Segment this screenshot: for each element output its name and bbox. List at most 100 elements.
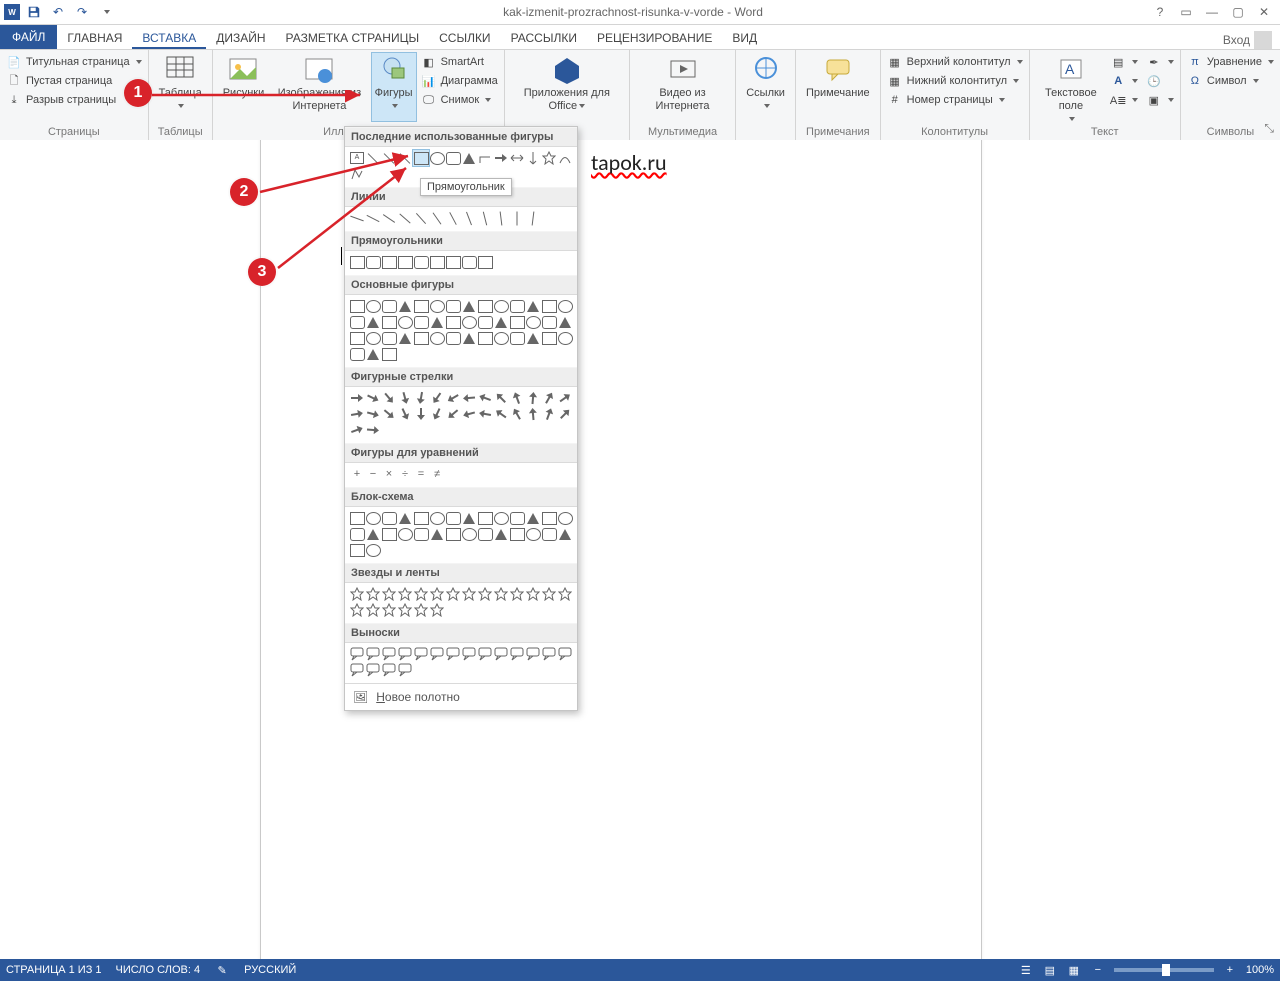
shape-star[interactable] [541, 150, 557, 166]
object-button[interactable]: ▣ [1146, 92, 1174, 108]
tab-insert[interactable]: ВСТАВКА [132, 28, 206, 49]
shape-item[interactable] [429, 510, 445, 526]
shape-item[interactable] [445, 314, 461, 330]
shape-item[interactable]: ÷ [397, 466, 413, 482]
help-icon[interactable]: ? [1150, 2, 1170, 22]
shape-item[interactable]: × [381, 466, 397, 482]
shape-item[interactable] [397, 586, 413, 602]
shape-item[interactable] [413, 526, 429, 542]
text-box-button[interactable]: A Текстовое поле [1036, 52, 1107, 122]
shape-item[interactable] [509, 526, 525, 542]
shape-item[interactable] [525, 298, 541, 314]
shape-item[interactable] [349, 542, 365, 558]
shape-item[interactable] [365, 662, 381, 678]
shape-item[interactable] [541, 330, 557, 346]
shape-item[interactable] [349, 346, 365, 362]
shape-item[interactable] [397, 406, 413, 422]
ribbon-display-options-icon[interactable]: ▭ [1176, 2, 1196, 22]
shape-triangle[interactable] [461, 150, 477, 166]
shape-item[interactable] [445, 210, 461, 226]
shape-item[interactable] [525, 526, 541, 542]
shape-rectangle[interactable] [413, 150, 429, 166]
shape-elbow[interactable] [477, 150, 493, 166]
table-button[interactable]: Таблица [155, 52, 206, 122]
sign-in[interactable]: Вход [1223, 31, 1280, 49]
shape-item[interactable] [397, 510, 413, 526]
shape-item[interactable] [461, 330, 477, 346]
shape-item[interactable] [365, 510, 381, 526]
shape-item[interactable] [461, 526, 477, 542]
footer-button[interactable]: ▦Нижний колонтитул [887, 73, 1023, 89]
tab-file[interactable]: ФАЙЛ [0, 25, 57, 49]
shape-item[interactable] [493, 586, 509, 602]
status-words[interactable]: ЧИСЛО СЛОВ: 4 [116, 964, 201, 976]
shape-item[interactable] [557, 510, 573, 526]
shape-item[interactable] [477, 510, 493, 526]
shape-item[interactable] [349, 422, 365, 438]
shape-item[interactable]: ≠ [429, 466, 445, 482]
shape-item[interactable] [397, 254, 413, 270]
status-language[interactable]: РУССКИЙ [244, 964, 296, 976]
shape-item[interactable] [493, 526, 509, 542]
shape-item[interactable] [413, 298, 429, 314]
shape-item[interactable] [445, 406, 461, 422]
shape-item[interactable] [541, 390, 557, 406]
office-apps-button[interactable]: Приложения для Office [511, 52, 623, 122]
read-mode-icon[interactable]: ☰ [1018, 962, 1034, 978]
tab-mailings[interactable]: РАССЫЛКИ [501, 28, 587, 49]
shape-item[interactable] [381, 586, 397, 602]
shapes-button[interactable]: Фигуры [371, 52, 417, 122]
shape-item[interactable] [477, 254, 493, 270]
shape-item[interactable] [349, 298, 365, 314]
drop-cap-button[interactable]: A≣ [1110, 92, 1142, 108]
shape-item[interactable] [365, 210, 381, 226]
header-button[interactable]: ▦Верхний колонтитул [887, 54, 1023, 70]
shape-item[interactable] [381, 510, 397, 526]
shape-item[interactable] [557, 406, 573, 422]
print-layout-icon[interactable]: ▤ [1042, 962, 1058, 978]
redo-icon[interactable]: ↷ [72, 2, 92, 22]
shape-item[interactable] [525, 510, 541, 526]
shape-item[interactable] [429, 602, 445, 618]
zoom-slider[interactable] [1114, 968, 1214, 972]
shape-item[interactable] [381, 346, 397, 362]
shape-line-arrow[interactable] [381, 150, 397, 166]
shape-item[interactable] [365, 542, 381, 558]
shape-item[interactable] [397, 662, 413, 678]
collapse-ribbon-icon[interactable]: ⤡ [1264, 121, 1274, 136]
smartart-button[interactable]: ◧ SmartArt [421, 54, 498, 70]
shape-item[interactable] [461, 314, 477, 330]
shape-item[interactable] [493, 390, 509, 406]
shape-item[interactable] [557, 646, 573, 662]
undo-icon[interactable]: ↶ [48, 2, 68, 22]
shape-item[interactable] [397, 390, 413, 406]
comment-button[interactable]: Примечание [802, 52, 874, 122]
shape-item[interactable] [541, 526, 557, 542]
shape-item[interactable] [509, 298, 525, 314]
equation-button[interactable]: πУравнение [1187, 54, 1274, 70]
shape-item[interactable] [493, 210, 509, 226]
spellcheck-icon[interactable]: ✎ [214, 962, 230, 978]
shape-item[interactable] [461, 254, 477, 270]
shape-item[interactable] [429, 254, 445, 270]
shape-item[interactable] [413, 602, 429, 618]
shape-item[interactable] [445, 526, 461, 542]
shape-item[interactable] [541, 646, 557, 662]
shape-item[interactable] [381, 526, 397, 542]
shape-item[interactable] [381, 210, 397, 226]
shape-item[interactable] [349, 646, 365, 662]
shape-item[interactable] [525, 390, 541, 406]
shape-item[interactable] [349, 210, 365, 226]
shape-item[interactable] [477, 646, 493, 662]
date-time-button[interactable]: 🕒 [1146, 73, 1174, 89]
shape-item[interactable] [349, 662, 365, 678]
shape-item[interactable] [397, 314, 413, 330]
cover-page-button[interactable]: 📄 Титульная страница [6, 54, 142, 70]
qat-customize-icon[interactable] [96, 2, 116, 22]
zoom-value[interactable]: 100% [1246, 964, 1274, 976]
shape-item[interactable] [461, 210, 477, 226]
shape-item[interactable] [349, 314, 365, 330]
shape-item[interactable] [365, 390, 381, 406]
shape-item[interactable] [413, 390, 429, 406]
shape-item[interactable] [445, 298, 461, 314]
